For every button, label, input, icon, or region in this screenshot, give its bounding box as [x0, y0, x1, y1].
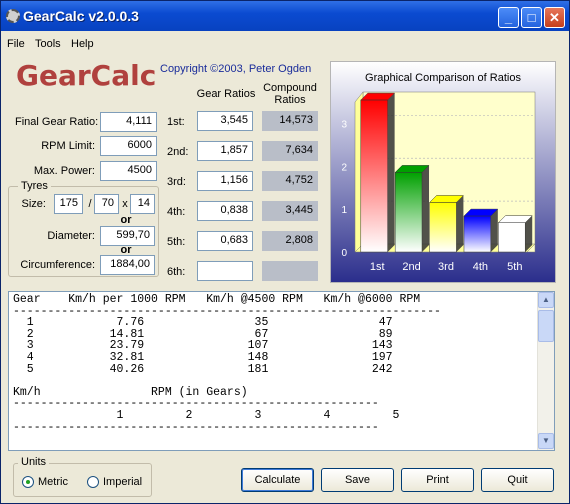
gear-2-compound-value: 7,634	[262, 141, 318, 161]
gear-6-label: 6th:	[167, 266, 186, 278]
y-tick-label: 2	[341, 162, 347, 173]
gear-4-label: 4th:	[167, 206, 186, 218]
gear-3-ratio-input[interactable]: 1,156	[197, 171, 253, 191]
chart-bar	[497, 215, 533, 253]
scroll-down-icon[interactable]: ▼	[538, 433, 554, 449]
chart-bar-side	[387, 93, 395, 252]
maximize-button[interactable]: □	[521, 7, 542, 28]
scroll-thumb[interactable]	[538, 310, 554, 342]
results-output[interactable]: Gear Km/h per 1000 RPM Km/h @4500 RPM Km…	[8, 291, 555, 451]
rpm-limit-input[interactable]: 6000	[100, 136, 157, 156]
results-text: Gear Km/h per 1000 RPM Km/h @4500 RPM Km…	[13, 293, 441, 434]
gear-1-label: 1st:	[167, 116, 185, 128]
ratio-chart-panel: Graphical Comparison of Ratios 0 1 2 3 1st 2n…	[330, 61, 556, 283]
calculate-button[interactable]: Calculate	[241, 468, 314, 492]
chart-bar-front	[360, 99, 388, 253]
max-power-label: Max. Power:	[33, 165, 95, 177]
chart-bar-front	[498, 222, 526, 253]
gear-5-compound-value: 2,808	[262, 231, 318, 251]
max-power-input[interactable]: 4500	[100, 161, 157, 181]
menu-file[interactable]: File	[7, 38, 25, 50]
tyre-size-x: x	[122, 198, 128, 210]
gear-6-ratio-input[interactable]	[197, 261, 253, 281]
chart-bar	[428, 195, 465, 253]
title-bar[interactable]: GearCalc v2.0.0.3 _ □ ✕	[1, 1, 569, 31]
metric-label[interactable]: Metric	[38, 476, 68, 488]
scroll-up-icon[interactable]: ▲	[538, 292, 554, 308]
tyre-width-input[interactable]: 175	[54, 194, 83, 214]
copyright-text: Copyright ©2003, Peter Ogden	[160, 63, 312, 75]
chart-bar-side	[422, 165, 430, 252]
chart-bar-front	[394, 172, 423, 253]
ratio-chart: Graphical Comparison of Ratios 0 1 2 3 1st 2n…	[331, 62, 555, 282]
or-text-1: or	[120, 214, 132, 226]
circumference-input[interactable]: 1884,00	[100, 255, 155, 275]
tyres-group-label: Tyres	[18, 180, 51, 192]
gear-2-ratio-input[interactable]: 1,857	[197, 141, 253, 161]
chart-title: Graphical Comparison of Ratios	[365, 72, 521, 84]
tyre-rim-input[interactable]: 14	[130, 194, 155, 214]
tyre-size-label: Size:	[21, 198, 46, 210]
units-group-label: Units	[18, 456, 50, 468]
gear-ratios-header: Gear Ratios	[196, 88, 256, 100]
x-tick-label: 4th	[473, 261, 488, 273]
gearcalc-window: GearCalc v2.0.0.3 _ □ ✕ File Tools Help …	[0, 0, 570, 504]
gear-6-compound-value	[262, 261, 318, 281]
tyre-profile-input[interactable]: 70	[94, 194, 119, 214]
chart-bar-side	[456, 195, 464, 252]
quit-button[interactable]: Quit	[481, 468, 554, 492]
chart-bar-side	[490, 209, 498, 252]
gear-icon[interactable]	[6, 9, 20, 23]
diameter-input[interactable]: 599,70	[100, 226, 155, 246]
menu-help[interactable]: Help	[71, 38, 94, 50]
gear-1-compound-value: 14,573	[262, 111, 318, 131]
chart-bar-front	[463, 215, 492, 253]
y-tick-label: 1	[341, 205, 347, 216]
gear-2-label: 2nd:	[167, 146, 189, 158]
imperial-radio[interactable]	[87, 476, 99, 488]
y-tick-label: 3	[341, 119, 347, 130]
print-button[interactable]: Print	[401, 468, 474, 492]
compound-ratios-header: Compound Ratios	[263, 82, 317, 106]
final-gear-ratio-input[interactable]: 4,111	[100, 112, 157, 132]
tyre-size-slash: /	[88, 198, 92, 210]
save-button[interactable]: Save	[321, 468, 394, 492]
chart-bar	[463, 208, 499, 253]
x-tick-label: 3rd	[438, 261, 454, 273]
gear-1-ratio-input[interactable]: 3,545	[197, 111, 253, 131]
circumference-label: Circumference:	[20, 259, 95, 271]
chart-bar-front	[429, 202, 457, 253]
menu-tools[interactable]: Tools	[35, 38, 61, 50]
x-tick-label: 5th	[507, 261, 522, 273]
gear-5-label: 5th:	[167, 236, 186, 248]
imperial-label[interactable]: Imperial	[103, 476, 142, 488]
close-button[interactable]: ✕	[544, 7, 565, 28]
final-gear-ratio-label: Final Gear Ratio:	[15, 116, 99, 128]
chart-bar	[394, 165, 430, 253]
window-title: GearCalc v2.0.0.3	[23, 8, 139, 24]
metric-radio[interactable]	[22, 476, 34, 488]
gear-4-ratio-input[interactable]: 0,838	[197, 201, 253, 221]
diameter-label: Diameter:	[47, 230, 95, 242]
vertical-scrollbar[interactable]: ▲ ▼	[537, 292, 554, 450]
app-logo: GearCalc	[16, 59, 157, 92]
gear-3-label: 3rd:	[167, 176, 186, 188]
menu-bar: File Tools Help	[1, 31, 569, 55]
chart-bar	[360, 92, 396, 253]
gear-4-compound-value: 3,445	[262, 201, 318, 221]
gear-3-compound-value: 4,752	[262, 171, 318, 191]
y-tick-label: 0	[341, 248, 347, 259]
x-tick-label: 2nd	[402, 261, 420, 273]
minimize-button[interactable]: _	[498, 7, 519, 28]
x-tick-label: 1st	[370, 261, 385, 273]
gear-5-ratio-input[interactable]: 0,683	[197, 231, 253, 251]
rpm-limit-label: RPM Limit:	[41, 140, 95, 152]
